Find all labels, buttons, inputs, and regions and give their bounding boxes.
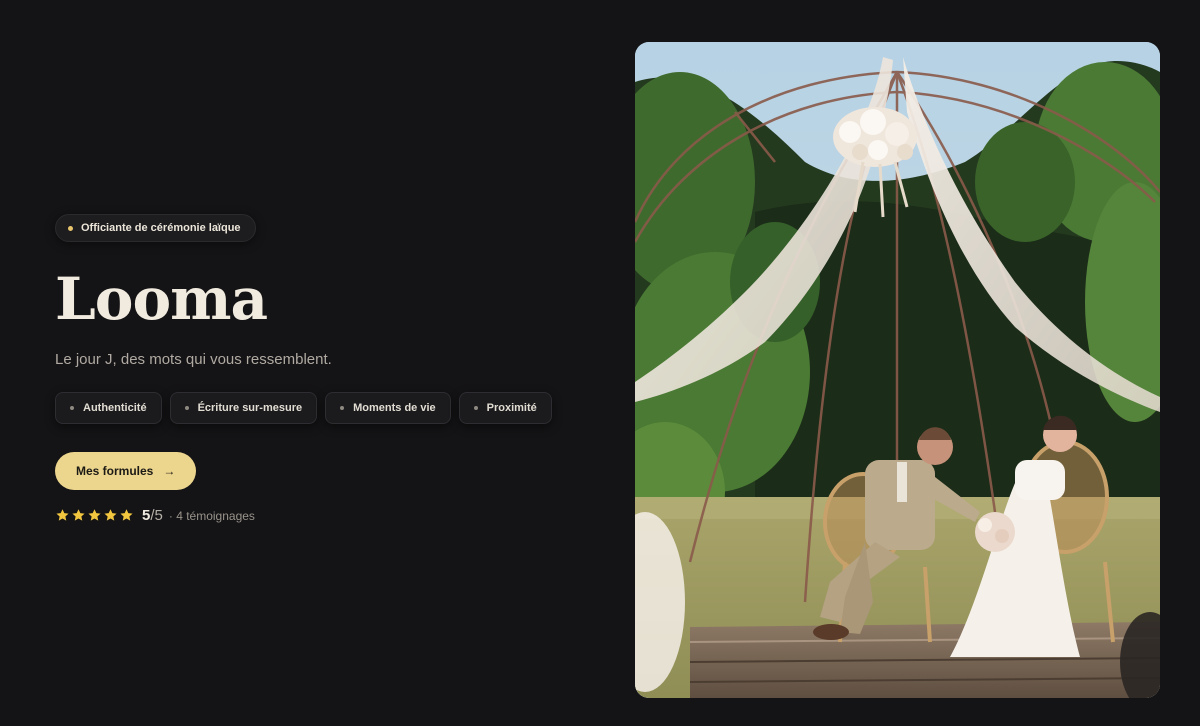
star-icon <box>104 509 117 521</box>
tag-ecriture-sur-mesure: Écriture sur-mesure <box>169 392 318 424</box>
tag-moments-de-vie: Moments de vie <box>325 392 451 424</box>
star-icon <box>88 509 101 521</box>
page: Officiante de cérémonie laïque Looma Le … <box>0 0 1200 726</box>
tag-label: Proximité <box>486 402 537 414</box>
tag-label: Moments de vie <box>353 402 436 414</box>
tag-authenticite: Authenticité <box>55 392 162 424</box>
cta-label: Mes formules <box>76 464 154 478</box>
mes-formules-button[interactable]: Mes formules → <box>55 452 197 490</box>
bullet-icon <box>473 406 478 410</box>
bullet-icon <box>340 406 345 410</box>
star-icon <box>72 509 85 521</box>
tag-label: Écriture sur-mesure <box>197 402 303 414</box>
rating-max: /5 <box>150 507 163 524</box>
bullet-icon <box>184 406 189 410</box>
tag-proximite: Proximité <box>458 392 552 424</box>
value-tags: Authenticité Écriture sur-mesure Moments… <box>55 392 595 424</box>
reviews-count-link[interactable]: · 4 témoignages <box>169 509 255 523</box>
hero-section: Officiante de cérémonie laïque Looma Le … <box>55 214 595 524</box>
tag-label: Authenticité <box>83 402 147 414</box>
star-rating <box>55 508 134 523</box>
hero-subtitle: Le jour J, des mots qui vous ressemblent… <box>55 351 332 368</box>
bullet-icon <box>70 406 74 410</box>
arrow-right-icon: → <box>163 464 176 478</box>
page-title: Looma <box>55 265 268 333</box>
rating-summary: 5/5 · 4 témoignages <box>55 507 595 524</box>
wedding-ceremony-photo <box>635 42 1160 698</box>
star-icon <box>56 509 69 521</box>
rating-score: 5/5 <box>142 507 163 524</box>
eyebrow-label: Officiante de cérémonie laïque <box>81 222 241 234</box>
star-icon <box>120 509 133 521</box>
eyebrow-dot-icon <box>68 225 73 231</box>
eyebrow-badge: Officiante de cérémonie laïque <box>55 214 256 242</box>
photo-illustration <box>635 42 1160 698</box>
